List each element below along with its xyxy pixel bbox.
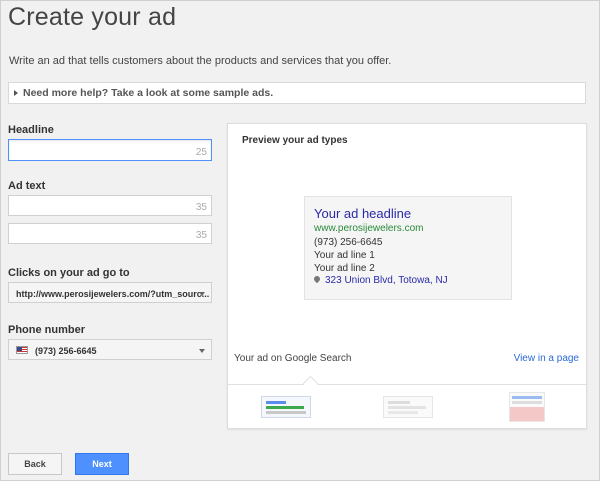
clicks-url-label: Clicks on your ad go to xyxy=(8,267,130,279)
ad-preview-card: Your ad headline www.perosijewelers.com … xyxy=(304,196,512,300)
page-title: Create your ad xyxy=(8,3,177,31)
phone-number-value: (973) 256-6645 xyxy=(35,346,97,356)
us-flag-icon xyxy=(16,346,28,354)
ad-preview-panel: Preview your ad types Your ad headline w… xyxy=(227,123,587,429)
headline-char-counter: 25 xyxy=(195,147,207,158)
google-search-thumbnail[interactable] xyxy=(261,396,311,418)
final-url-select[interactable]: http://www.perosijewelers.com/?utm_sourc… xyxy=(8,282,212,303)
ad-line2-preview: Your ad line 2 xyxy=(314,263,375,274)
ad-text-line1-counter: 35 xyxy=(195,202,207,213)
ad-phone-preview: (973) 256-6645 xyxy=(314,237,383,248)
expand-triangle-icon xyxy=(14,90,18,96)
ad-line1-preview: Your ad line 1 xyxy=(314,250,375,261)
search-results-thumbnail[interactable] xyxy=(383,396,433,418)
phone-number-label: Phone number xyxy=(8,324,86,336)
headline-label: Headline xyxy=(8,124,54,136)
location-pin-icon xyxy=(312,274,322,284)
ad-address-preview: 323 Union Blvd, Totowa, NJ xyxy=(325,275,448,286)
preview-title: Preview your ad types xyxy=(242,135,348,146)
headline-input[interactable]: 25 xyxy=(8,139,212,161)
dropdown-arrow-icon xyxy=(199,292,205,296)
dropdown-arrow-icon xyxy=(199,349,205,353)
back-button[interactable]: Back xyxy=(8,453,62,475)
page-intro: Write an ad that tells customers about t… xyxy=(9,55,392,67)
ad-text-line1-input[interactable]: 35 xyxy=(8,195,212,216)
preview-divider xyxy=(228,384,586,385)
next-button[interactable]: Next xyxy=(75,453,129,475)
ad-headline-preview: Your ad headline xyxy=(314,206,412,221)
ad-text-line2-counter: 35 xyxy=(195,230,207,241)
help-link[interactable]: Need more help? Take a look at some samp… xyxy=(23,87,273,99)
ad-url-preview: www.perosijewelers.com xyxy=(314,223,424,234)
help-expander[interactable]: Need more help? Take a look at some samp… xyxy=(8,82,586,104)
view-in-page-link[interactable]: View in a page xyxy=(514,353,579,364)
mobile-thumbnail[interactable] xyxy=(509,392,545,422)
ad-text-label: Ad text xyxy=(8,180,46,192)
selected-tab-indicator xyxy=(302,375,319,392)
phone-number-select[interactable]: (973) 256-6645 xyxy=(8,339,212,360)
ad-text-line2-input[interactable]: 35 xyxy=(8,223,212,244)
ad-type-label: Your ad on Google Search xyxy=(234,353,352,364)
final-url-value: http://www.perosijewelers.com/?utm_sourc… xyxy=(16,289,210,299)
